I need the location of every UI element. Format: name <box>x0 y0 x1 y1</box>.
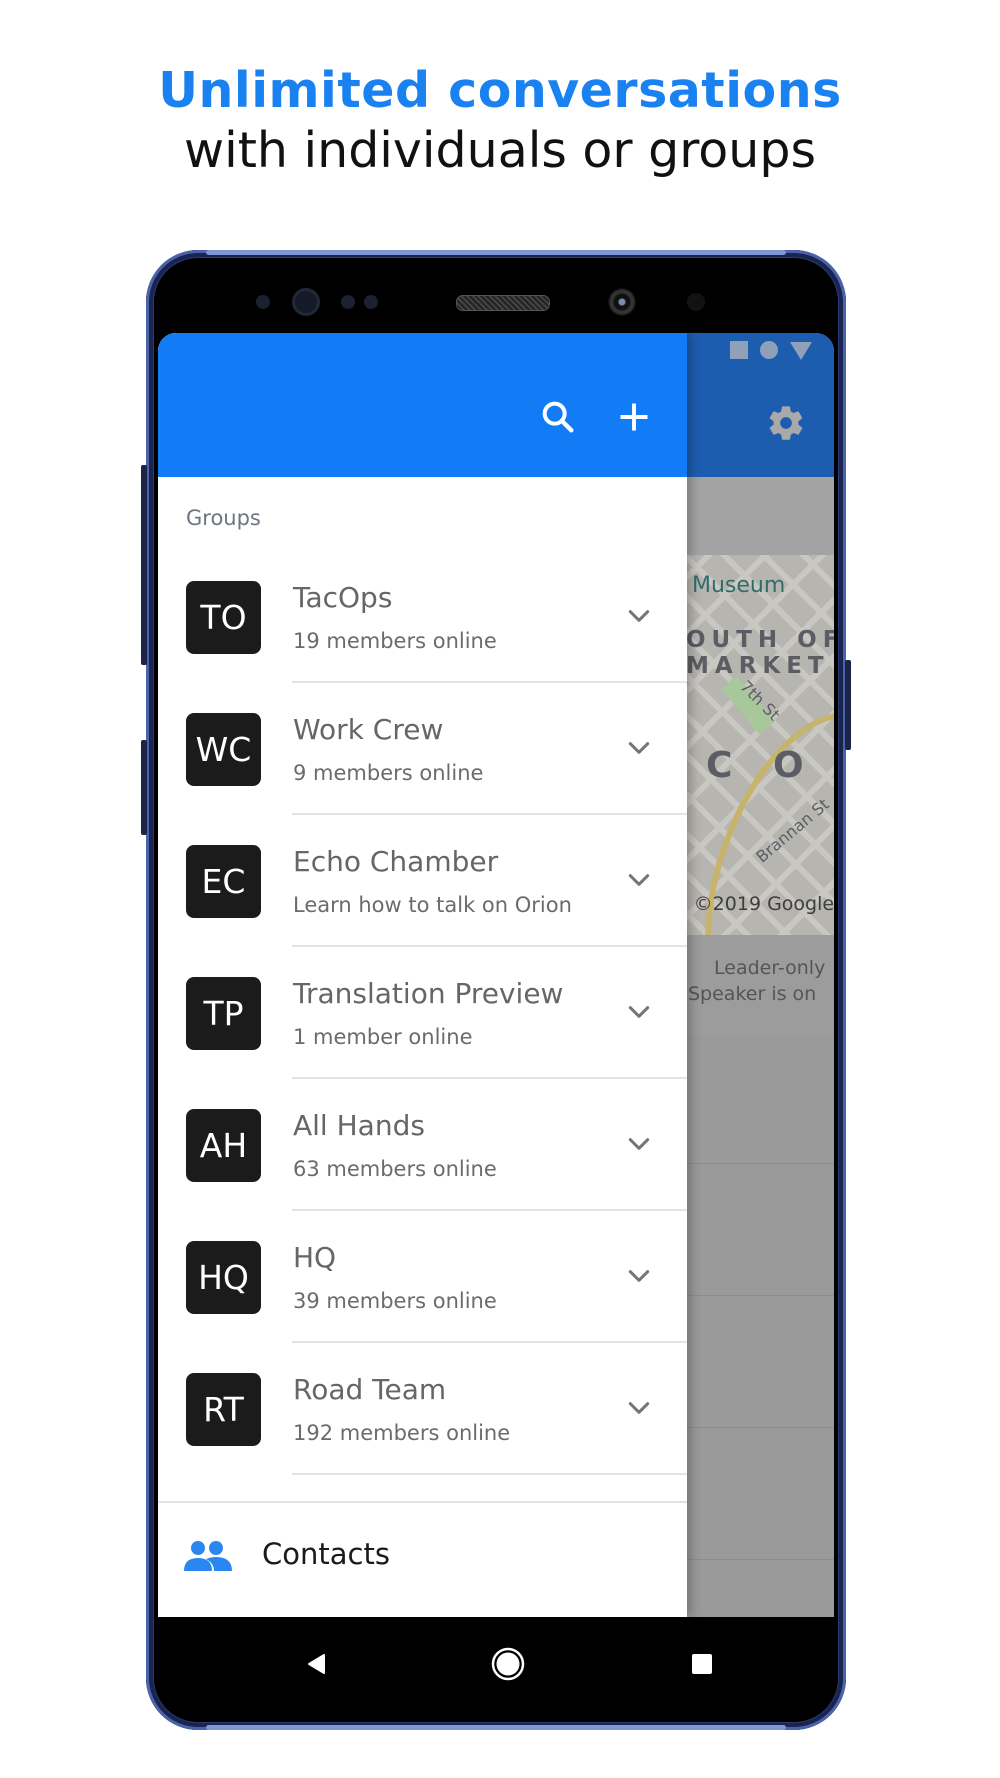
recents-icon <box>692 1654 712 1674</box>
phone-screen: Museum OUTH OF MARKET 7th St C O Brannan… <box>158 333 834 1617</box>
home-icon <box>491 1647 525 1681</box>
group-row[interactable]: AH All Hands 63 members online <box>158 1079 687 1211</box>
expand-button[interactable] <box>626 867 652 893</box>
info-line: Speaker is on <box>688 983 817 1005</box>
group-subtitle: 63 members online <box>293 1157 497 1181</box>
group-subtitle: 1 member online <box>293 1025 473 1049</box>
group-name: TacOps <box>293 581 393 614</box>
group-name: Echo Chamber <box>293 845 499 878</box>
navigation-drawer: Groups TO TacOps 19 members online WC Work C… <box>158 333 687 1617</box>
sensor-dot <box>256 295 270 309</box>
group-name: Translation Preview <box>293 977 564 1010</box>
expand-button[interactable] <box>626 603 652 629</box>
info-line: Leader-only <box>714 957 826 979</box>
home-button[interactable] <box>483 1639 533 1689</box>
contacts-icon <box>184 1541 232 1571</box>
status-circle-icon <box>760 341 778 359</box>
chevron-down-icon <box>628 1270 650 1282</box>
sensor-dot <box>341 295 355 309</box>
earpiece-speaker <box>456 295 550 311</box>
bixby-button <box>141 740 147 835</box>
expand-button[interactable] <box>626 735 652 761</box>
status-triangle-icon <box>790 342 812 360</box>
group-avatar: WC <box>186 713 261 786</box>
group-name: Work Crew <box>293 713 444 746</box>
phone-rim <box>206 250 786 255</box>
phone-frame: Museum OUTH OF MARKET 7th St C O Brannan… <box>141 250 851 1730</box>
plus-icon <box>620 403 648 431</box>
group-subtitle: Learn how to talk on Orion <box>293 893 572 917</box>
iris-scanner <box>292 288 320 316</box>
promo-subheadline: with individuals or groups <box>184 122 816 179</box>
group-avatar: TP <box>186 977 261 1050</box>
map-label-district: MARKET <box>686 653 830 679</box>
gear-icon[interactable] <box>766 403 806 443</box>
map-label-district: OUTH OF <box>686 627 834 653</box>
expand-button[interactable] <box>626 999 652 1025</box>
back-icon <box>308 1654 325 1674</box>
group-row[interactable]: TO TacOps 19 members online <box>158 551 687 683</box>
chevron-down-icon <box>628 1006 650 1018</box>
group-name: All Hands <box>293 1109 425 1142</box>
map-label-museum: Museum <box>692 573 786 598</box>
divider <box>158 1501 687 1503</box>
group-name: Road Team <box>293 1373 447 1406</box>
chevron-down-icon <box>628 1402 650 1414</box>
search-button[interactable] <box>536 395 580 439</box>
chevron-down-icon <box>628 1138 650 1150</box>
group-row[interactable]: HQ HQ 39 members online <box>158 1211 687 1343</box>
group-avatar: HQ <box>186 1241 261 1314</box>
search-icon <box>542 401 574 433</box>
phone-rim <box>206 1725 786 1730</box>
group-avatar: RT <box>186 1373 261 1446</box>
group-row[interactable]: WC Work Crew 9 members online <box>158 683 687 815</box>
promo-headline: Unlimited conversations <box>158 62 842 119</box>
drawer-header <box>158 333 687 477</box>
map-label-area: C O <box>706 745 818 786</box>
group-row[interactable]: RT Road Team 192 members online <box>158 1343 687 1475</box>
system-nav-bar <box>154 1617 838 1722</box>
group-subtitle: 9 members online <box>293 761 484 785</box>
back-button[interactable] <box>291 1639 341 1689</box>
map-attribution: a ©2019 Google <box>676 893 834 915</box>
expand-button[interactable] <box>626 1395 652 1421</box>
group-subtitle: 39 members online <box>293 1289 497 1313</box>
chevron-down-icon <box>628 610 650 622</box>
group-avatar: EC <box>186 845 261 918</box>
expand-button[interactable] <box>626 1263 652 1289</box>
add-group-button[interactable] <box>612 395 656 439</box>
group-avatar: AH <box>186 1109 261 1182</box>
front-camera <box>608 288 636 316</box>
contacts-label: Contacts <box>262 1537 390 1571</box>
group-name: HQ <box>293 1241 337 1274</box>
group-row[interactable]: TP Translation Preview 1 member online <box>158 947 687 1079</box>
group-avatar: TO <box>186 581 261 654</box>
sensor-dot <box>364 295 378 309</box>
volume-button <box>141 465 147 665</box>
contacts-item[interactable]: Contacts <box>158 1505 687 1605</box>
sensor-dot <box>687 293 705 311</box>
power-button <box>845 660 851 750</box>
chevron-down-icon <box>628 742 650 754</box>
status-square-icon <box>730 341 748 359</box>
section-label-groups: Groups <box>186 506 261 530</box>
chevron-down-icon <box>628 874 650 886</box>
group-subtitle: 19 members online <box>293 629 497 653</box>
group-row[interactable]: EC Echo Chamber Learn how to talk on Orion <box>158 815 687 947</box>
divider <box>292 1473 687 1475</box>
recents-button[interactable] <box>677 1639 727 1689</box>
group-subtitle: 192 members online <box>293 1421 511 1445</box>
expand-button[interactable] <box>626 1131 652 1157</box>
phone-bezel: Museum OUTH OF MARKET 7th St C O Brannan… <box>154 258 838 1722</box>
